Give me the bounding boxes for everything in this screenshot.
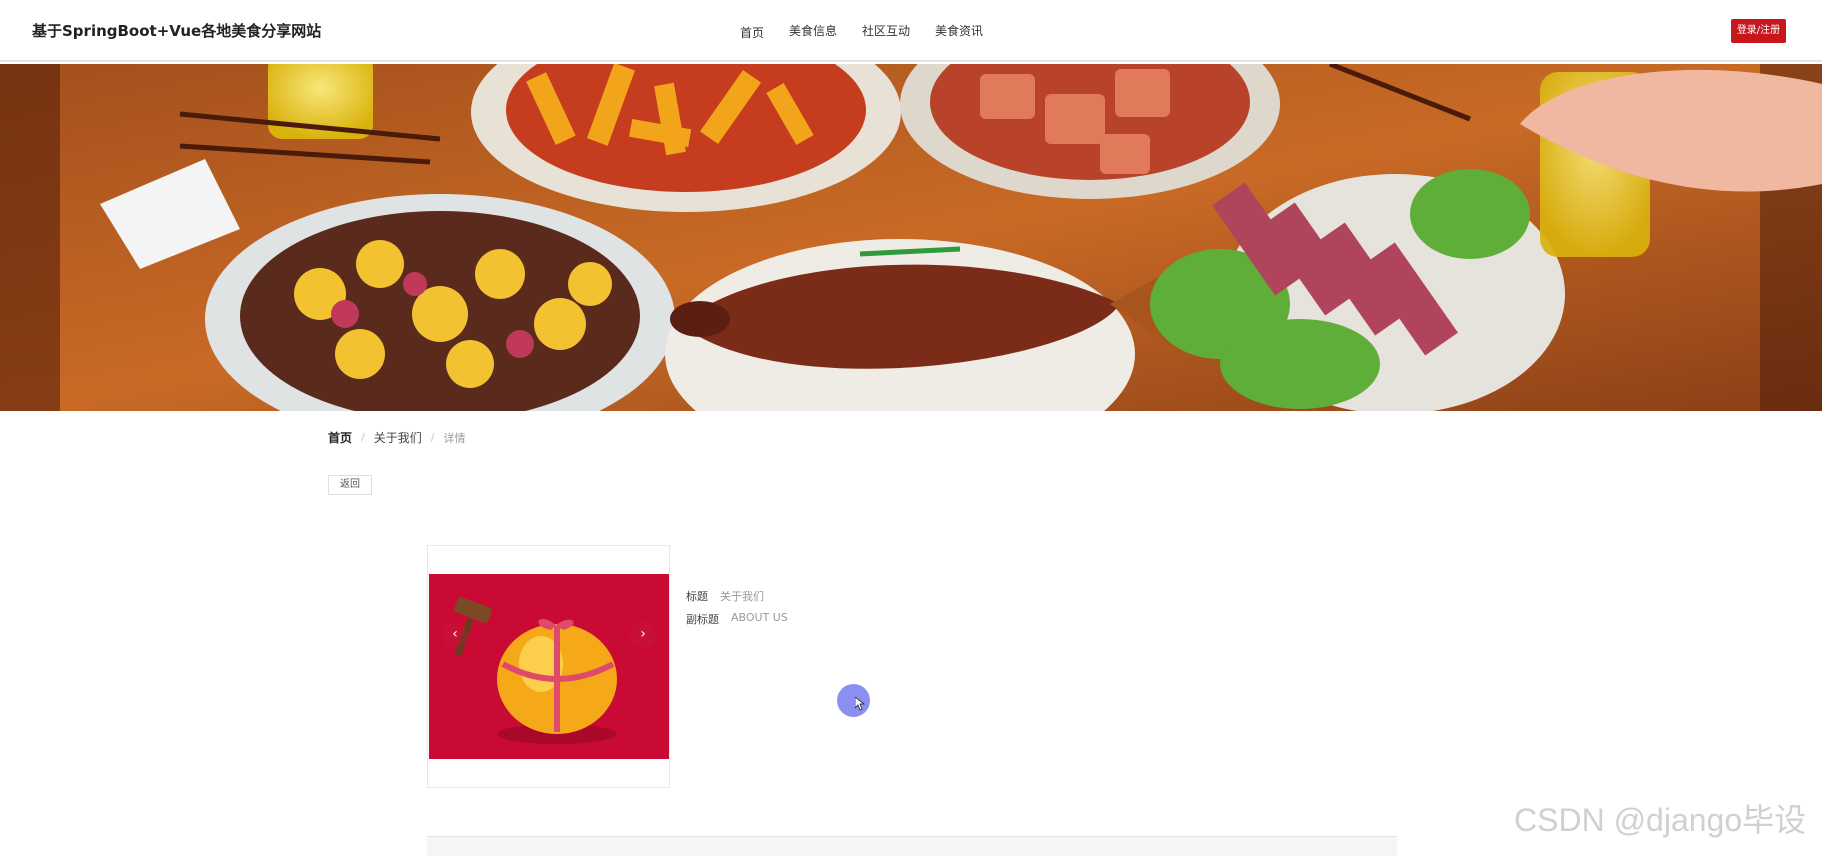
nav-item-food-news[interactable]: 美食资讯 [935,22,983,41]
field-label: 副标题 [686,613,719,626]
carousel-prev-button[interactable]: ‹ [442,622,468,648]
breadcrumb-home[interactable]: 首页 [328,429,352,446]
login-register-button[interactable]: 登录/注册 [1731,19,1786,43]
top-header: 基于SpringBoot+Vue各地美食分享网站 首页 美食信息 社区互动 美食… [0,0,1822,62]
detail-field-title: 标题 关于我们 [686,588,788,604]
field-value: ABOUT US [731,611,788,624]
back-button[interactable]: 返回 [328,475,372,495]
nav-item-home[interactable]: 首页 [740,24,764,41]
watermark-text: CSDN @django毕设 [1514,802,1807,838]
field-value: 关于我们 [720,590,764,603]
nav-item-community[interactable]: 社区互动 [862,22,910,41]
hero-banner-image [0,64,1822,411]
image-carousel: ‹ › [427,545,670,788]
detail-info: 标题 关于我们 副标题 ABOUT US [686,588,788,634]
breadcrumb-about[interactable]: 关于我们 [374,429,422,446]
carousel-image [429,574,669,759]
content-section-header [427,836,1397,856]
nav-item-food-info[interactable]: 美食信息 [789,22,837,41]
main-nav: 首页 美食信息 社区互动 美食资讯 [740,22,1008,41]
cursor-highlight [837,684,870,717]
food-table-illustration [0,64,1822,411]
site-title: 基于SpringBoot+Vue各地美食分享网站 [32,22,322,40]
field-label: 标题 [686,590,708,603]
detail-field-subtitle: 副标题 ABOUT US [686,611,788,627]
carousel-next-button[interactable]: › [630,622,656,648]
breadcrumb: 首页 / 关于我们 / 详情 [328,429,465,446]
mouse-cursor-icon [855,697,865,711]
golden-egg-illustration [454,597,617,744]
breadcrumb-separator: / [430,431,435,444]
breadcrumb-separator: / [361,431,365,444]
breadcrumb-current: 详情 [443,431,466,445]
